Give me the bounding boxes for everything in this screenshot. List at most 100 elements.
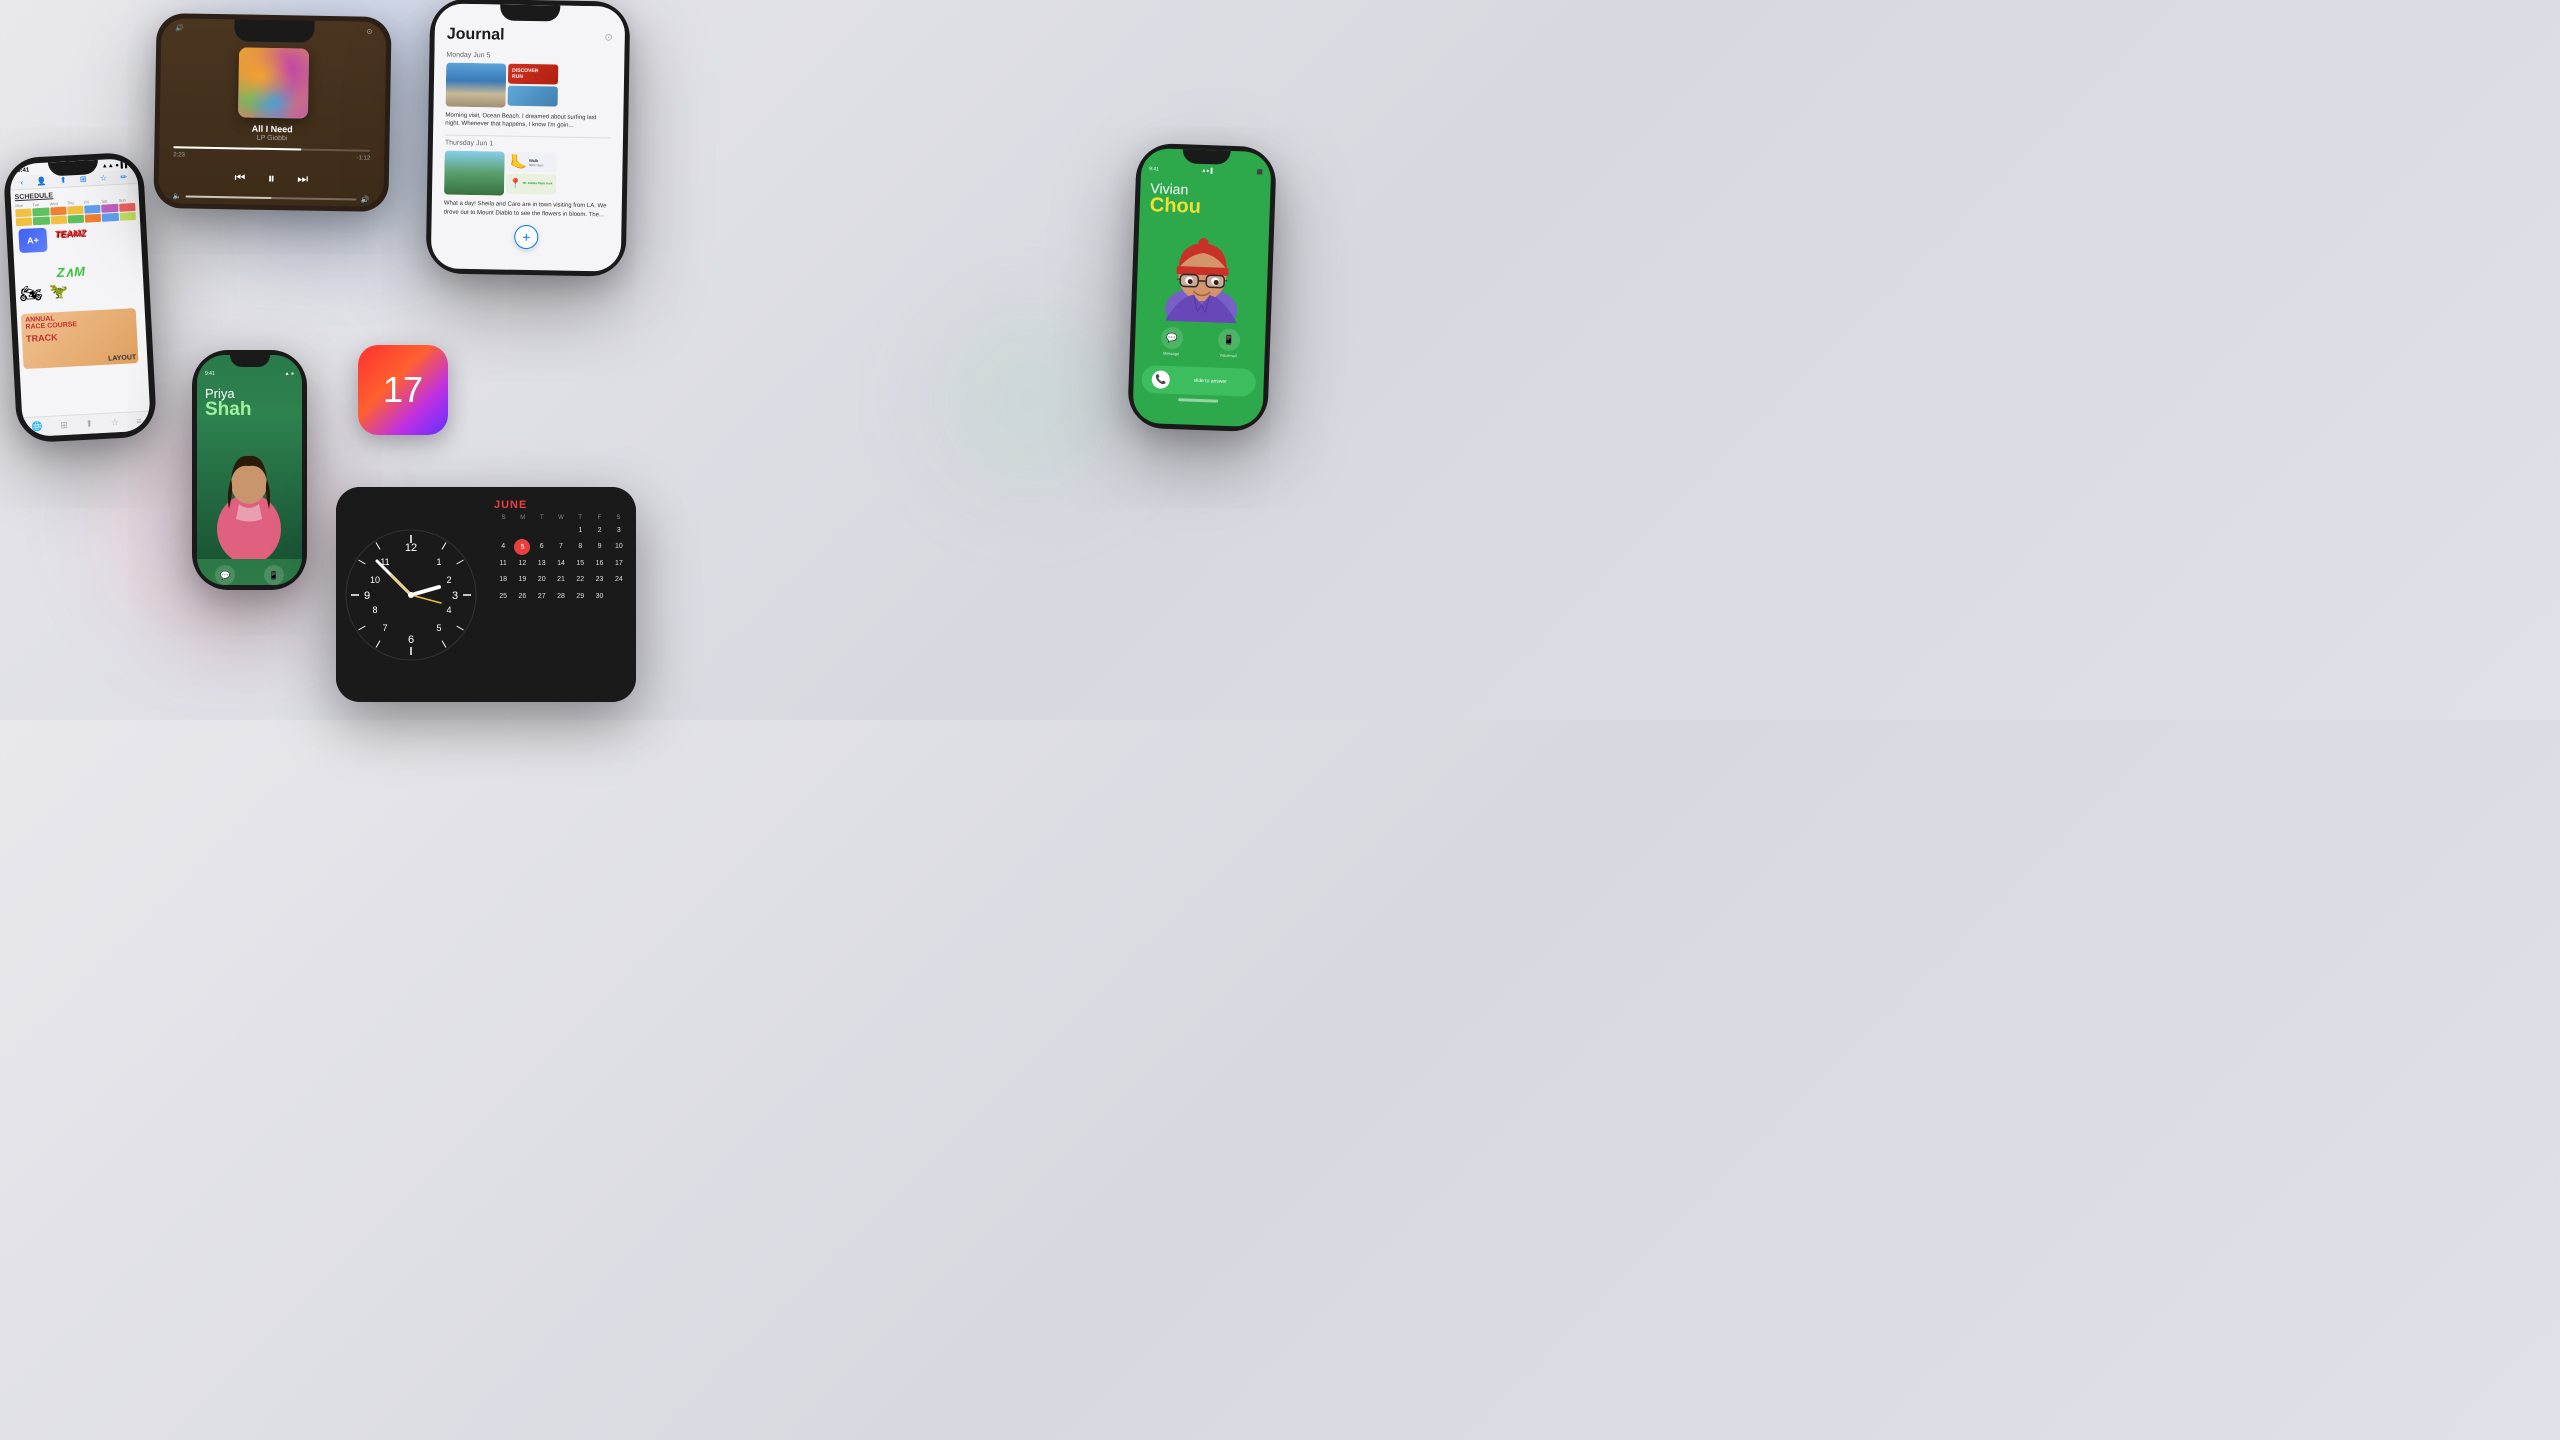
cal-day-21: 21: [552, 572, 570, 587]
more-icon[interactable]: ✏: [120, 172, 127, 181]
vivian-name-area: Vivian Chou: [1139, 172, 1271, 230]
svg-text:8: 8: [372, 605, 377, 615]
clock-svg: 12 3 6 9 1 2 4 5 7 8 10 11: [341, 525, 481, 665]
phone-vivian: 9:41 ▲● ▌ ⬛ Vivian Chou: [1127, 143, 1277, 433]
person-icon[interactable]: 👤: [36, 177, 46, 187]
cal-day-15: 15: [571, 556, 589, 571]
cal-day-1: 1: [571, 523, 589, 538]
cal-day-30: 30: [590, 589, 608, 604]
journal-text-1: Morning visit, Ocean Beach. I dreamed ab…: [433, 108, 623, 134]
cal-day-24: 24: [610, 572, 628, 587]
rewind-button[interactable]: ⏮: [234, 170, 245, 185]
park-label: Mt. Diablo State Park: [523, 182, 553, 186]
music-vol-icon: 🔊: [175, 24, 184, 32]
tab-menu[interactable]: ≡: [136, 416, 142, 427]
wd-w: W: [551, 515, 570, 521]
tab-bookmark[interactable]: ☆: [110, 417, 119, 428]
vol-min-icon: 🔈: [172, 192, 181, 200]
cal-day-10: 10: [610, 539, 628, 555]
wd-f: F: [590, 515, 609, 521]
priya-last-name: Shah: [205, 400, 294, 419]
sticker-zam: Z∧M: [56, 264, 85, 281]
back-icon[interactable]: ‹: [20, 178, 23, 187]
journal-entries: Monday Jun 5 DISCOVERRUN Morning visit, …: [431, 47, 625, 271]
vivian-message-icon: 💬: [1160, 327, 1183, 350]
bottom-tabs: 🌐 ⊞ ⬆ ☆ ≡: [22, 410, 151, 437]
journal-text-2: What a day! Sheila and Caro are in town …: [432, 197, 622, 223]
cal-day-14: 14: [552, 556, 570, 571]
journal-add-button[interactable]: +: [514, 225, 538, 249]
priya-signal: ▲ ●: [285, 371, 294, 377]
vivian-battery: ⬛: [1257, 170, 1263, 176]
cal-day-3: 3: [610, 523, 628, 538]
journal-run-badge: DISCOVERRUN: [508, 64, 558, 85]
priya-screen: 9:41 ▲ ● Priya Shah �: [197, 355, 302, 585]
tab-share[interactable]: ⬆: [85, 418, 93, 429]
ios17-icon[interactable]: 17: [358, 345, 448, 435]
svg-text:12: 12: [405, 542, 417, 554]
journal-photo-hills: [444, 151, 505, 196]
wd-s2: S: [609, 515, 628, 521]
vivian-slide-bar[interactable]: 📞 slide to answer: [1141, 365, 1256, 397]
fastforward-button[interactable]: ⏭: [297, 171, 308, 186]
cal-weekdays: S M T W T F S: [494, 515, 628, 521]
pause-button[interactable]: ⏸: [259, 166, 283, 190]
svg-text:6: 6: [408, 634, 414, 646]
cal-day-20: 20: [533, 572, 551, 587]
walk-steps: 9082 steps: [529, 163, 544, 167]
vivian-signal: ▲● ▌: [1201, 168, 1214, 174]
progress-bar[interactable]: [173, 146, 370, 151]
grid-icon[interactable]: ⊞: [80, 175, 87, 184]
cal-day-9: 9: [590, 539, 608, 555]
priya-voicemail-action[interactable]: 📱 Voicemail: [264, 565, 284, 585]
time-remaining: -1:12: [356, 155, 370, 161]
journal-walk-badge: 🦶 Walk 9082 steps: [506, 152, 556, 173]
cal-day-13: 13: [533, 556, 551, 571]
share-icon[interactable]: ⬆: [60, 176, 67, 185]
journal-title: Journal: [447, 26, 505, 45]
sticker-bike: 🏍: [19, 283, 43, 305]
freeform-screen: 9:41 ▲▲ ● ▌▌ ‹ 👤 ⬆ ⊞ ☆ ✏ SCHEDULE MonTue…: [9, 158, 151, 437]
wd-t1: T: [532, 515, 551, 521]
journal-photo-beach: [446, 63, 507, 108]
music-notch: [234, 19, 314, 42]
vivian-action-row: 💬 Message 📱 Voicemail: [1134, 320, 1265, 366]
cal-day-7: 7: [552, 539, 570, 555]
tab-grid[interactable]: ⊞: [60, 420, 68, 431]
filter-icon[interactable]: ⊙: [604, 32, 613, 43]
svg-text:9: 9: [364, 590, 370, 602]
cal-day-11: 11: [494, 556, 512, 571]
vivian-voicemail-icon: 📱: [1217, 329, 1240, 352]
wd-t2: T: [571, 515, 590, 521]
phone-freeform: 9:41 ▲▲ ● ▌▌ ‹ 👤 ⬆ ⊞ ☆ ✏ SCHEDULE MonTue…: [3, 152, 158, 444]
cal-empty: [533, 523, 551, 538]
phone-journal: Journal ⊙ Monday Jun 5 DISCOVERRUN: [426, 0, 631, 277]
phone-music: 🔊 ⊙ All I Need LP Giobbi 2:23 -1:12 ⏮ ⏸ …: [153, 13, 391, 212]
svg-text:2: 2: [446, 575, 451, 585]
cal-day-4: 4: [494, 539, 512, 555]
cal-day-18: 18: [494, 572, 512, 587]
time-display: 9:41: [17, 167, 29, 174]
tab-globe[interactable]: 🌐: [31, 421, 43, 433]
vivian-voicemail-action[interactable]: 📱 Voicemail: [1217, 329, 1240, 359]
home-bar: [1178, 398, 1218, 402]
volume-bar[interactable]: [185, 195, 357, 200]
cal-day-29: 29: [571, 589, 589, 604]
voicemail-icon: 📱: [264, 565, 284, 585]
music-airplay: ⊙: [366, 28, 372, 36]
clock-calendar-widget: 12 3 6 9 1 2 4 5 7 8 10 11 JUNE S M: [336, 487, 636, 702]
phone-priya: 9:41 ▲ ● Priya Shah �: [192, 350, 307, 590]
cal-day-5-today: 5: [514, 539, 530, 555]
memoji-svg: [1158, 226, 1246, 324]
cal-day-27: 27: [533, 589, 551, 604]
cal-day-28: 28: [552, 589, 570, 604]
priya-time: 9:41: [205, 371, 215, 377]
music-screen: 🔊 ⊙ All I Need LP Giobbi 2:23 -1:12 ⏮ ⏸ …: [158, 18, 386, 207]
album-art-image: [237, 47, 308, 118]
star-icon[interactable]: ☆: [100, 173, 108, 182]
cal-month: JUNE: [494, 499, 628, 511]
wd-m: M: [513, 515, 532, 521]
priya-message-action[interactable]: 💬 Message: [215, 565, 235, 585]
sticker-area: A+ TEAMZ Z∧M 🏍 🦖 ANNUALRACE COURSE TRACK…: [16, 223, 143, 369]
vivian-message-action[interactable]: 💬 Message: [1160, 327, 1183, 357]
